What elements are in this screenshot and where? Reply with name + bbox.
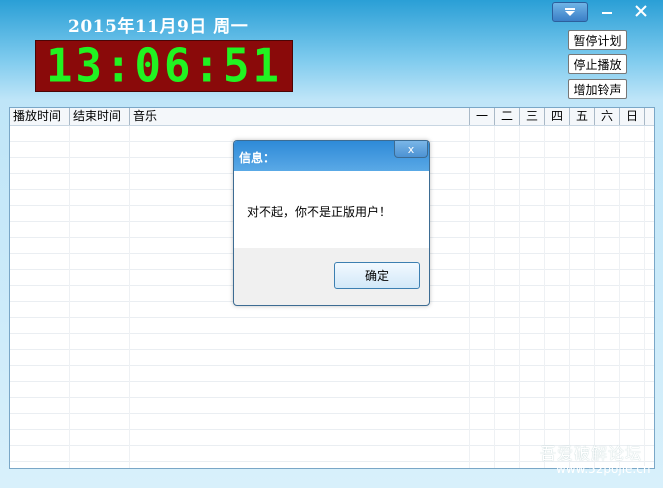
ok-button[interactable]: 确定 <box>334 262 420 289</box>
column-header-thu[interactable]: 四 <box>544 108 569 125</box>
triangle-down-icon <box>565 8 575 16</box>
column-divider <box>469 126 470 468</box>
column-divider <box>594 126 595 468</box>
watermark-text: 吾爱破解论坛 <box>540 444 643 463</box>
dialog-title: 信息： <box>239 151 276 165</box>
column-divider <box>619 126 620 468</box>
column-header-tue[interactable]: 二 <box>494 108 519 125</box>
column-divider <box>69 126 70 468</box>
column-divider <box>494 126 495 468</box>
column-header-wed[interactable]: 三 <box>519 108 544 125</box>
column-header-music[interactable]: 音乐 <box>129 108 469 125</box>
menu-dropdown-button[interactable] <box>552 2 588 22</box>
clock-time: 13:06:51 <box>46 39 282 93</box>
close-icon <box>635 5 647 17</box>
dialog-close-button[interactable]: x <box>394 141 428 158</box>
column-divider <box>569 126 570 468</box>
watermark-url: www.52pojie.cn <box>556 462 651 476</box>
pause-plan-button[interactable]: 暂停计划 <box>568 30 627 50</box>
led-clock: 13:06:51 <box>35 39 293 93</box>
stop-play-button[interactable]: 停止播放 <box>568 54 627 74</box>
column-header-play-time[interactable]: 播放时间 <box>10 108 69 125</box>
column-divider <box>544 126 545 468</box>
main-window: 2015年11月9日 周一 13:06:51 暂停计划 停止播放 增加铃声 播放… <box>0 0 663 488</box>
column-header-extra <box>644 108 654 125</box>
info-dialog: 信息： x 对不起，你不是正版用户！ 确定 <box>233 140 430 306</box>
current-date: 2015年11月9日 周一 <box>68 17 249 37</box>
column-header-fri[interactable]: 五 <box>569 108 594 125</box>
close-button[interactable] <box>628 2 654 20</box>
column-header-sun[interactable]: 日 <box>619 108 644 125</box>
column-divider <box>644 126 645 468</box>
minimize-icon <box>602 12 612 14</box>
column-divider <box>129 126 130 468</box>
column-header-end-time[interactable]: 结束时间 <box>69 108 129 125</box>
column-header-mon[interactable]: 一 <box>469 108 494 125</box>
table-header: 播放时间 结束时间 音乐 一 二 三 四 五 六 日 <box>10 108 654 126</box>
column-divider <box>519 126 520 468</box>
add-bell-button[interactable]: 增加铃声 <box>568 79 627 99</box>
close-icon: x <box>407 142 415 156</box>
column-header-sat[interactable]: 六 <box>594 108 619 125</box>
dialog-message: 对不起，你不是正版用户！ <box>247 205 392 219</box>
minimize-button[interactable] <box>594 2 620 20</box>
